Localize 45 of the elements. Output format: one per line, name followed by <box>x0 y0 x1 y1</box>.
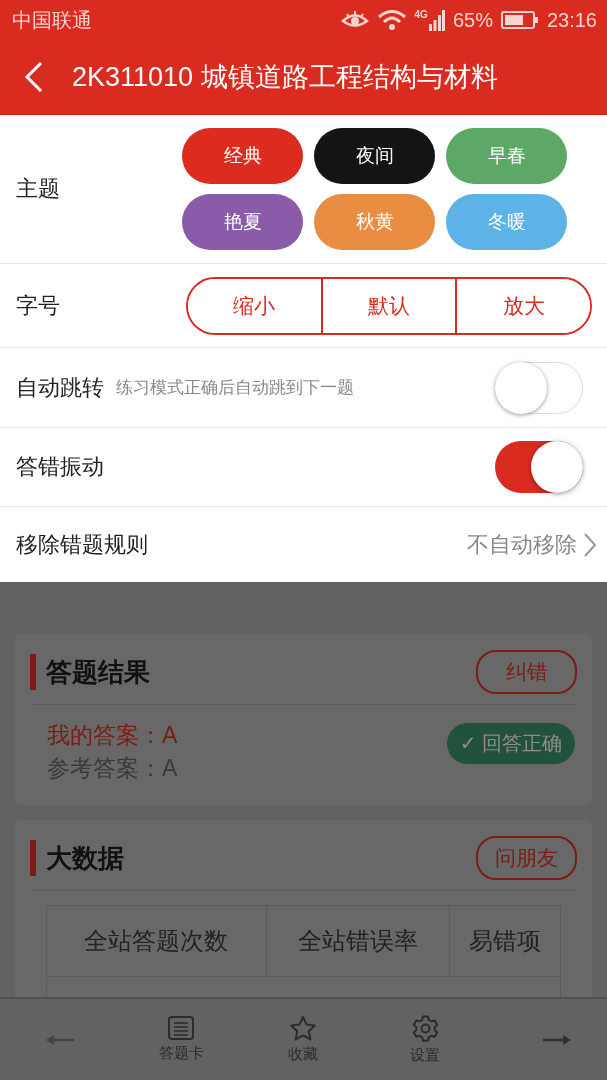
theme-option[interactable]: 艳夏 <box>182 194 303 250</box>
theme-option[interactable]: 夜间 <box>314 128 435 184</box>
section-title: 大数据 <box>46 841 124 875</box>
table-header-cell: 全站错误率 <box>266 905 450 977</box>
setting-value: 不自动移除 <box>467 530 577 559</box>
ask-friend-button[interactable]: 问朋友 <box>476 836 577 880</box>
setting-label: 移除错题规则 <box>16 530 148 559</box>
section-marker <box>30 654 36 690</box>
table-header-cell: 全站答题次数 <box>46 905 267 977</box>
list-icon <box>168 1016 194 1040</box>
signal-icon <box>428 9 445 31</box>
my-answer: 我的答案：A <box>47 721 178 750</box>
star-icon <box>289 1015 317 1041</box>
back-arrow-icon[interactable] <box>46 1033 74 1046</box>
battery-icon <box>500 10 539 30</box>
toggle-switch[interactable] <box>495 361 583 414</box>
table-header-cell: 易错项 <box>449 905 561 977</box>
font-size-option[interactable]: 放大 <box>455 278 590 333</box>
theme-option[interactable]: 冬暖 <box>446 194 567 250</box>
theme-option[interactable]: 经典 <box>182 128 303 184</box>
chevron-right-icon <box>583 531 597 558</box>
battery-percent: 65% <box>452 8 493 32</box>
setting-label: 自动跳转 <box>16 373 104 402</box>
gear-icon <box>411 1014 439 1042</box>
setting-label: 答错振动 <box>16 453 104 481</box>
wifi-icon <box>376 9 407 31</box>
correction-button[interactable]: 纠错 <box>476 650 577 694</box>
forward-arrow-icon[interactable] <box>543 1033 571 1046</box>
setting-label: 主题 <box>16 175 60 203</box>
theme-option[interactable]: 早春 <box>446 128 567 184</box>
correct-badge: ✓ 回答正确 <box>446 723 575 764</box>
page-title: 2K311010 城镇道路工程结构与材料 <box>72 61 498 94</box>
network-type: 4G <box>414 9 428 20</box>
setting-label: 字号 <box>16 291 60 320</box>
theme-option[interactable]: 秋黄 <box>314 194 435 250</box>
back-icon <box>24 61 44 93</box>
section-title: 答题结果 <box>46 655 150 689</box>
carrier-name: 中国联通 <box>12 7 92 33</box>
section-marker <box>30 840 36 876</box>
eye-icon <box>340 10 369 30</box>
toggle-switch[interactable] <box>495 441 583 493</box>
nav-item[interactable]: 答题卡 <box>120 1016 242 1063</box>
nav-item[interactable]: 收藏 <box>242 1015 364 1064</box>
setting-description: 练习模式正确后自动跳到下一题 <box>116 377 354 399</box>
clock-time: 23:16 <box>546 8 597 32</box>
